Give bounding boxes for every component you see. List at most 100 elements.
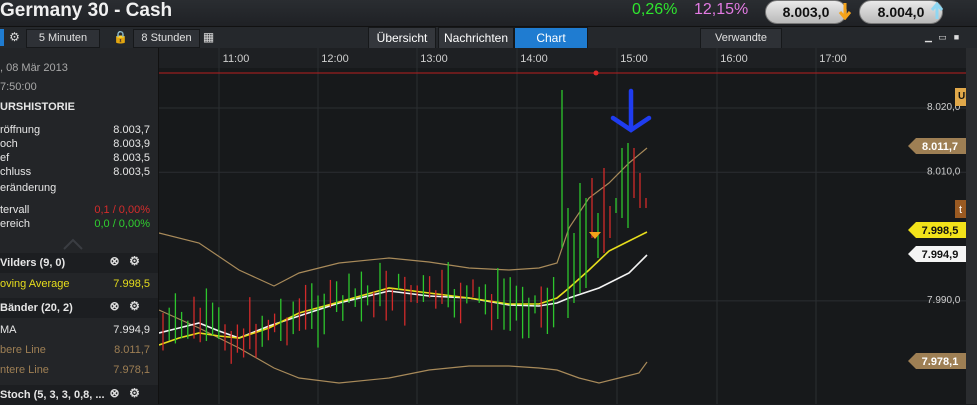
sidebar-date-row: , 08 Mär 2013 [0,62,156,76]
time-tick-label: 13:00 [420,53,448,65]
right-edge-panel [966,48,977,404]
range-label: ereich [0,218,30,230]
bands-title: Bänder (20, 2) [0,302,73,314]
stoch-title: Stoch (5, 3, 3, 0,8, ... [0,389,105,401]
daily-change: 0,26% [632,1,678,18]
lock-icon[interactable]: 🔒 [113,31,128,44]
price-tag-label: 7.998,5 [922,225,959,237]
title-bar: Germany 30 - Cash 0,26% 12,15% 8.003,0 8… [0,0,977,27]
maximize-icon[interactable]: ■ [950,31,963,44]
ma-row: MA 7.994,9 [0,324,156,338]
buy-price: 8.004,0 [877,4,925,20]
interval-value: 5 Minuten [38,32,88,44]
price-tag-label: 7.994,9 [922,249,959,261]
time-tick-label: 12:00 [321,53,349,65]
price-tag: 7.994,9 [908,246,967,262]
change-row: eränderung [0,182,156,196]
sidebar-time: 7:50:00 [0,81,37,93]
price-tag-label: 8.011,7 [922,141,958,153]
tab-news-label: Nachrichten [443,31,509,45]
close-icon[interactable]: ⊗ [108,300,121,313]
sell-price: 8.003,0 [782,4,830,20]
time-tick-label: 17:00 [819,53,847,65]
range-row: ereich 0,0 / 0,00% [0,218,156,232]
lower-line-label: ntere Line [0,364,49,376]
interval-label: tervall [0,204,30,216]
related-label: Verwandte [715,32,767,44]
ohlc-row: röffnung 8.003,7 [0,124,156,138]
upper-line-row: bere Line 8.011,7 [0,344,156,358]
gear-icon[interactable]: ⚙ [128,300,141,313]
price-tag: 7.978,1 [908,353,967,369]
tab-chart[interactable]: Chart [514,27,588,49]
chart-toolbar: ⚙ 5 Minuten 🔒 8 Stunden ▦ Übersicht Nach… [0,27,977,49]
related-button[interactable]: Verwandte [700,28,782,49]
ohlc-value: 8.003,7 [113,124,150,136]
tab-news[interactable]: Nachrichten [438,27,514,49]
interval-select[interactable]: 5 Minuten [26,29,100,48]
ohlc-label: ef [0,152,10,164]
calendar-icon[interactable]: ▦ [202,31,215,44]
sidebar-time-row: 7:50:00 [0,81,156,95]
range-change: 0,0 / 0,00% [94,218,150,230]
gear-icon[interactable]: ⚙ [128,387,141,400]
chart-background [159,48,967,404]
ma-value: 7.994,9 [113,324,150,336]
time-tick-label: 15:00 [620,53,648,65]
price-tick-label: 8.010,0 [927,166,961,177]
tab-overview[interactable]: Übersicht [368,27,436,49]
price-tag: 7.998,5 [908,222,967,238]
range-select[interactable]: 8 Stunden [133,29,200,48]
gear-icon[interactable]: ⚙ [8,31,21,44]
lower-line-row: ntere Line 7.978,1 [0,364,156,378]
lower-line-value: 7.978,1 [113,364,150,376]
interval-change: 0,1 / 0,00% [94,204,150,216]
ohlc-row: chluss 8.003,5 [0,166,156,180]
bands-header: Bänder (20, 2) ⊗ ⚙ [0,298,158,318]
minimize-icon[interactable]: ▁ [922,31,935,44]
reference-marker [593,70,599,76]
time-tick-label: 14:00 [520,53,548,65]
arrow-up-icon [930,2,944,19]
ohlc-label: chluss [0,166,32,178]
close-icon[interactable]: ⊗ [108,255,121,268]
side-label: t [959,204,962,216]
wilders-title: Vilders (9, 0) [0,257,66,269]
moving-average-label: oving Average [0,278,70,290]
ohlc-row: ef 8.003,5 [0,152,156,166]
upper-line-label: bere Line [0,344,46,356]
sell-price-button[interactable]: 8.003,0 [765,0,847,24]
change-percent: 12,15% [694,1,749,18]
range-value: 8 Stunden [141,32,192,44]
time-tick-label: 11:00 [223,53,250,65]
selection-marker [0,29,4,46]
interval-row: tervall 0,1 / 0,00% [0,204,156,218]
gear-icon[interactable]: ⚙ [128,255,141,268]
history-title: URSHISTORIE [0,101,75,113]
upper-line-value: 8.011,7 [114,344,150,356]
history-title-row: URSHISTORIE [0,101,156,115]
stoch-header: Stoch (5, 3, 3, 0,8, ... ⊗ ⚙ [0,385,158,405]
moving-average-value: 7.998,5 [113,278,150,290]
wilders-header: Vilders (9, 0) ⊗ ⚙ [0,253,158,273]
arrow-down-icon [838,3,852,20]
moving-average-row: oving Average 7.998,5 [0,278,156,292]
instrument-title: Germany 30 - Cash [0,0,173,21]
price-tick-label: 7.990,0 [927,295,961,306]
ohlc-row: och 8.003,9 [0,138,156,152]
ma-label: MA [0,324,17,336]
close-icon[interactable]: ⊗ [108,387,121,400]
restore-icon[interactable]: ▭ [936,31,949,44]
time-tick-label: 16:00 [720,53,748,65]
price-tag-label: 7.978,1 [922,356,959,368]
collapse-icon[interactable] [62,238,84,250]
indicator-sidebar: , 08 Mär 2013 7:50:00 URSHISTORIE röffnu… [0,48,159,405]
price-chart[interactable]: 11:00 12:00 13:00 14:00 15:00 16:00 17:008.020… [159,48,967,404]
ohlc-value: 8.003,5 [113,166,150,178]
ohlc-label: röffnung [0,124,41,136]
tab-overview-label: Übersicht [376,31,428,45]
price-tag: 8.011,7 [908,138,967,154]
sidebar-date: , 08 Mär 2013 [0,62,68,74]
ohlc-value: 8.003,5 [113,152,150,164]
tab-chart-label: Chart [536,31,566,45]
